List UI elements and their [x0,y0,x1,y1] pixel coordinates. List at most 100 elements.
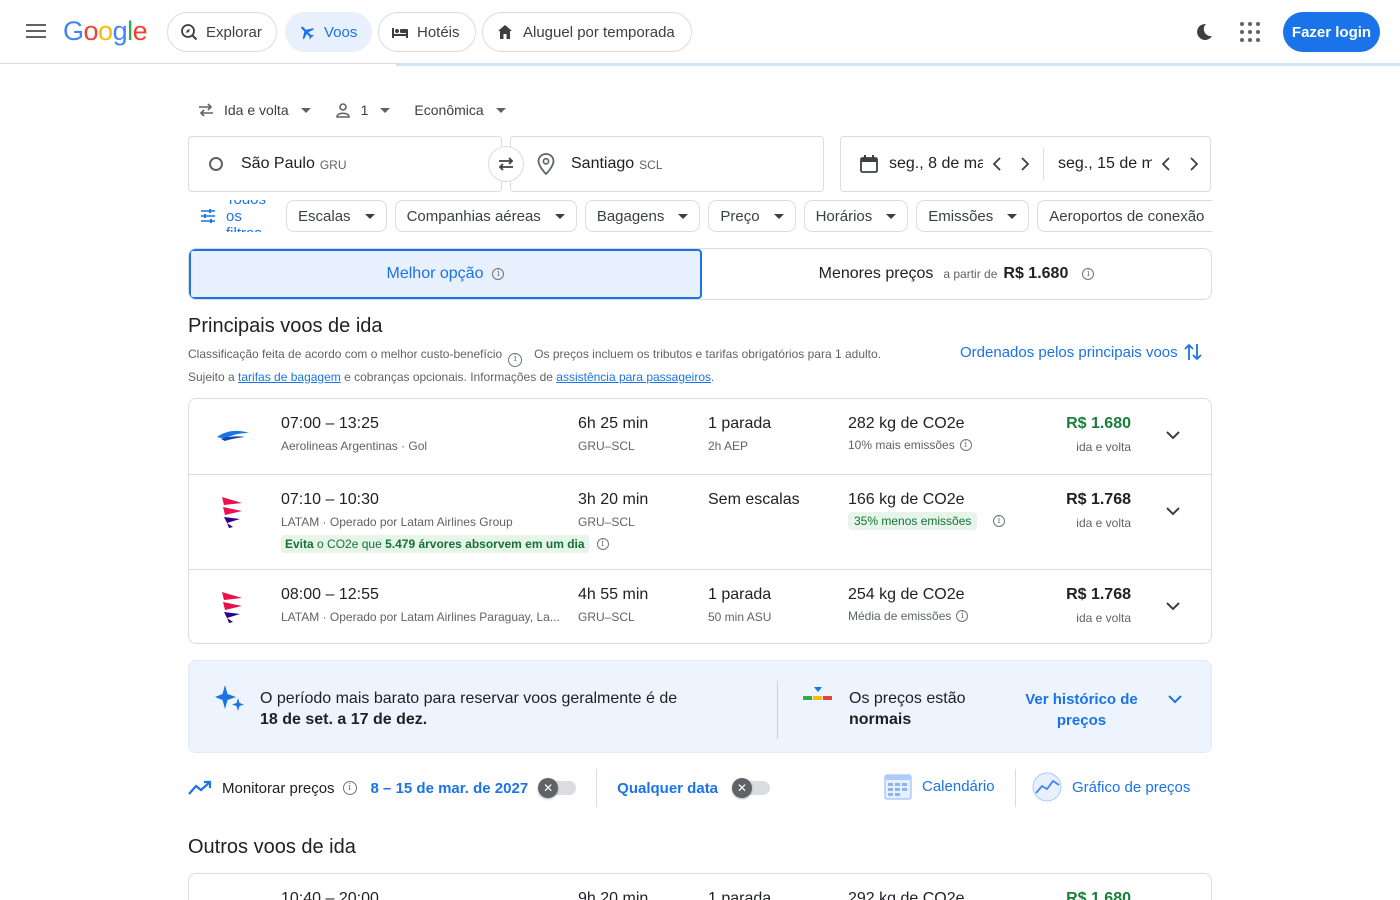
dates-field: seg., 8 de mar. seg., 15 de mar. [840,136,1211,192]
chevron-down-icon [886,213,897,219]
chevron-down-icon [300,107,311,113]
any-date-label[interactable]: Qualquer data [617,780,718,797]
filter-price[interactable]: Preço [708,200,796,232]
price-graph-label: Gráfico de preços [1072,778,1191,796]
sort-by-button[interactable]: Ordenados pelos principais voos [960,342,1202,362]
nav-flights[interactable]: Voos [285,12,372,52]
expand-insight-button[interactable] [1163,687,1187,711]
top-bar: Google Explorar Voos Hotéis Aluguel por … [0,0,1400,64]
trip-type-select[interactable]: Ida e volta [188,94,319,126]
passenger-assistance-link[interactable]: assistência para passageiros [556,370,711,384]
origin-field[interactable]: São Paulo GRU [188,136,502,192]
filter-stops[interactable]: Escalas [286,200,387,232]
info-icon[interactable]: i [959,439,972,451]
any-date-toggle[interactable]: ✕ [732,778,771,798]
flight-row[interactable]: 07:00 – 13:25 Aerolineas Argentinas · Go… [189,399,1211,474]
filter-stops-label: Escalas [298,207,351,225]
passengers-select[interactable]: 1 [325,94,399,126]
filter-connecting-airports[interactable]: Aeroportos de conexão [1037,200,1212,232]
bag-fees-link[interactable]: tarifas de bagagem [238,370,341,384]
expand-flight-button[interactable] [1161,594,1185,618]
flight-duration: 4h 55 min [578,586,649,603]
flight-price: R$ 1.768 [1066,586,1131,603]
flight-stops: 1 parada [708,415,772,432]
sort-arrows-icon [1183,342,1202,362]
flight-row[interactable]: 08:00 – 12:55 LATAM · Operado por Latam … [189,569,1211,644]
trip-type-label: Ida e volta [224,102,289,118]
price-status-text: Os preços estão [849,690,966,707]
cheapest-period-dates: 18 de set. a 17 de dez. [260,711,428,728]
nav-flights-label: Voos [324,23,358,41]
eco-avoids: Evita [285,537,314,551]
insight-divider [777,681,778,739]
price-tracking-row: Monitorar preços i 8 – 15 de mar. de 202… [188,768,1212,808]
swap-locations-button[interactable] [488,146,524,182]
filter-times[interactable]: Horários [803,200,909,232]
flight-row[interactable]: 07:10 – 10:30 LATAM · Operado por Latam … [189,474,1211,569]
depart-date-input[interactable]: seg., 8 de mar. [889,137,983,191]
expand-flight-button[interactable] [1161,499,1185,523]
optional-fees-text: e cobranças opcionais. Informações de [344,369,553,384]
apps-grid-icon[interactable] [1240,22,1260,42]
cabin-select[interactable]: Econômica [406,94,513,126]
passengers-count: 1 [360,102,369,118]
destination-field[interactable]: Santiago SCL [510,136,824,192]
chevron-down-icon [364,213,375,219]
return-prev-button[interactable] [1152,150,1180,178]
all-filters-button[interactable]: Todos os filtros [188,200,278,232]
trending-icon [188,780,212,796]
flight-times: 07:10 – 10:30 [281,491,379,508]
destination-code: SCL [639,158,663,172]
flight-layover: 50 min ASU [708,610,772,624]
nav-hotels[interactable]: Hotéis [378,12,476,52]
login-button[interactable]: Fazer login [1283,12,1380,52]
info-icon[interactable]: i [342,781,357,795]
date-grid-button[interactable]: Calendário [884,772,995,800]
price-history-link[interactable]: Ver histórico de preços [1019,689,1144,731]
nav-explore[interactable]: Explorar [167,12,277,52]
track-prices-label: Monitorar preços [222,779,335,797]
filter-airlines[interactable]: Companhias aéreas [394,200,577,232]
menu-icon[interactable] [24,20,48,44]
flight-route: GRU–SCL [578,439,635,453]
info-icon[interactable]: i [993,515,1005,527]
filter-bags-label: Bagagens [596,207,665,225]
cheapest-period-message: O período mais barato para reservar voos… [260,688,710,730]
info-icon[interactable]: i [596,538,609,550]
chevron-down-icon [1166,506,1180,515]
flight-row[interactable]: 10:40 – 20:00 9h 20 min 1 parada 292 kg … [188,873,1212,900]
flight-stops: 1 parada [708,890,772,900]
flight-stops: 1 parada [708,586,772,603]
loading-bar [396,63,1400,66]
expand-flight-button[interactable] [1161,423,1185,447]
tab-cheapest[interactable]: Menores preços a partir de R$ 1.680 i [702,249,1211,299]
latam-logo [213,491,253,531]
depart-prev-button[interactable] [983,150,1011,178]
chevron-down-icon [1166,430,1180,439]
depart-next-button[interactable] [1011,150,1039,178]
filter-bags[interactable]: Bagagens [584,200,701,232]
calendar-icon [859,154,879,174]
info-icon[interactable]: i [492,268,505,280]
google-logo[interactable]: Google [63,16,148,47]
filter-emissions-label: Emissões [928,207,994,225]
price-graph-button[interactable]: Gráfico de preços [1032,772,1190,802]
tab-best[interactable]: Melhor opção i [189,249,702,299]
eco-tag: Evita o CO2e que 5.479 árvores absorvem … [281,535,589,553]
nav-vacation-rentals[interactable]: Aluguel por temporada [482,12,692,52]
all-filters-label: Todos os filtros [226,200,266,232]
info-icon[interactable]: i [1082,268,1095,280]
return-date-input[interactable]: seg., 15 de mar. [1058,137,1152,191]
flight-layover: 2h AEP [708,439,749,453]
flight-times: 08:00 – 12:55 [281,586,379,603]
return-next-button[interactable] [1180,150,1208,178]
track-dates[interactable]: 8 – 15 de mar. de 2027 [371,780,529,797]
price-note: Os preços incluem os tributos e tarifas … [534,347,881,361]
filter-emissions[interactable]: Emissões [916,200,1030,232]
info-icon[interactable]: i [508,352,523,367]
track-dates-toggle[interactable]: ✕ [538,778,577,798]
person-icon [333,100,353,120]
dark-mode-icon[interactable] [1192,20,1216,44]
info-icon[interactable]: i [956,610,969,622]
flight-duration: 3h 20 min [578,491,649,508]
